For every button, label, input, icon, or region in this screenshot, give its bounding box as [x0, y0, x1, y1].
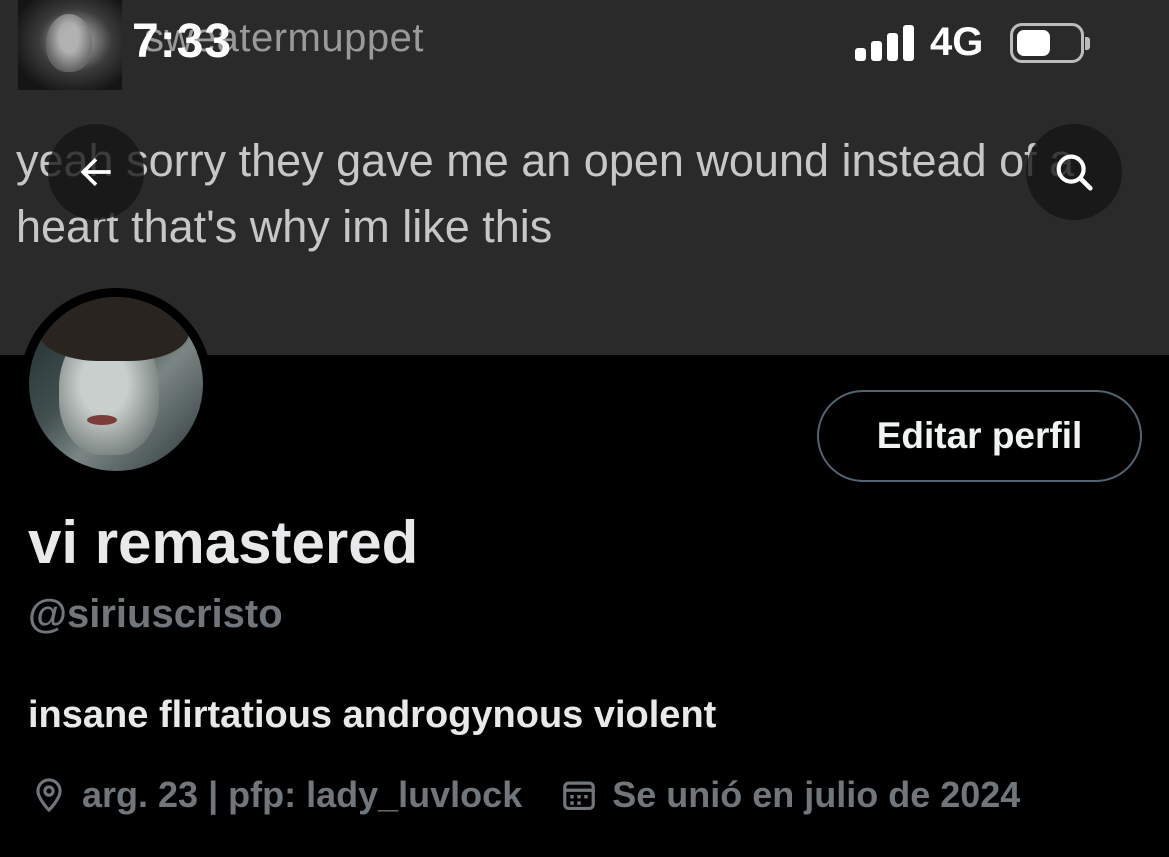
arrow-left-icon	[80, 157, 111, 187]
calendar-icon	[563, 781, 596, 811]
profile-bio: insane flirtatious androgynous violent	[28, 694, 717, 736]
battery-icon	[1010, 23, 1090, 63]
search-button[interactable]	[1026, 124, 1122, 220]
location-item: arg. 23 | pfp: lady_luvlock	[30, 774, 522, 816]
joined-date-text: Se unió en julio de 2024	[612, 774, 1021, 815]
signal-strength-icon	[855, 25, 915, 61]
display-name: vi remastered	[28, 509, 419, 576]
profile-page: sweatermuppet yeah sorry they gave me an…	[0, 0, 1169, 857]
banner-quote-text: yeah sorry they gave me an open wound in…	[16, 135, 1075, 252]
avatar-image	[29, 297, 203, 471]
user-handle: @siriuscristo	[28, 592, 283, 636]
edit-profile-button[interactable]: Editar perfil	[817, 390, 1142, 482]
joined-item: Se unió en julio de 2024	[560, 774, 1020, 816]
back-button[interactable]	[48, 124, 144, 220]
location-text: arg. 23 | pfp: lady_luvlock	[82, 774, 523, 815]
location-pin-icon	[36, 778, 62, 813]
avatar[interactable]	[20, 288, 212, 480]
banner-thumbnail-image	[18, 0, 122, 90]
profile-meta-row: arg. 23 | pfp: lady_luvlock Se unió en j…	[30, 770, 1020, 820]
network-type: 4G	[930, 20, 984, 64]
status-time: 7:33	[132, 15, 233, 68]
search-icon	[1056, 154, 1093, 191]
battery-level	[1017, 30, 1050, 56]
